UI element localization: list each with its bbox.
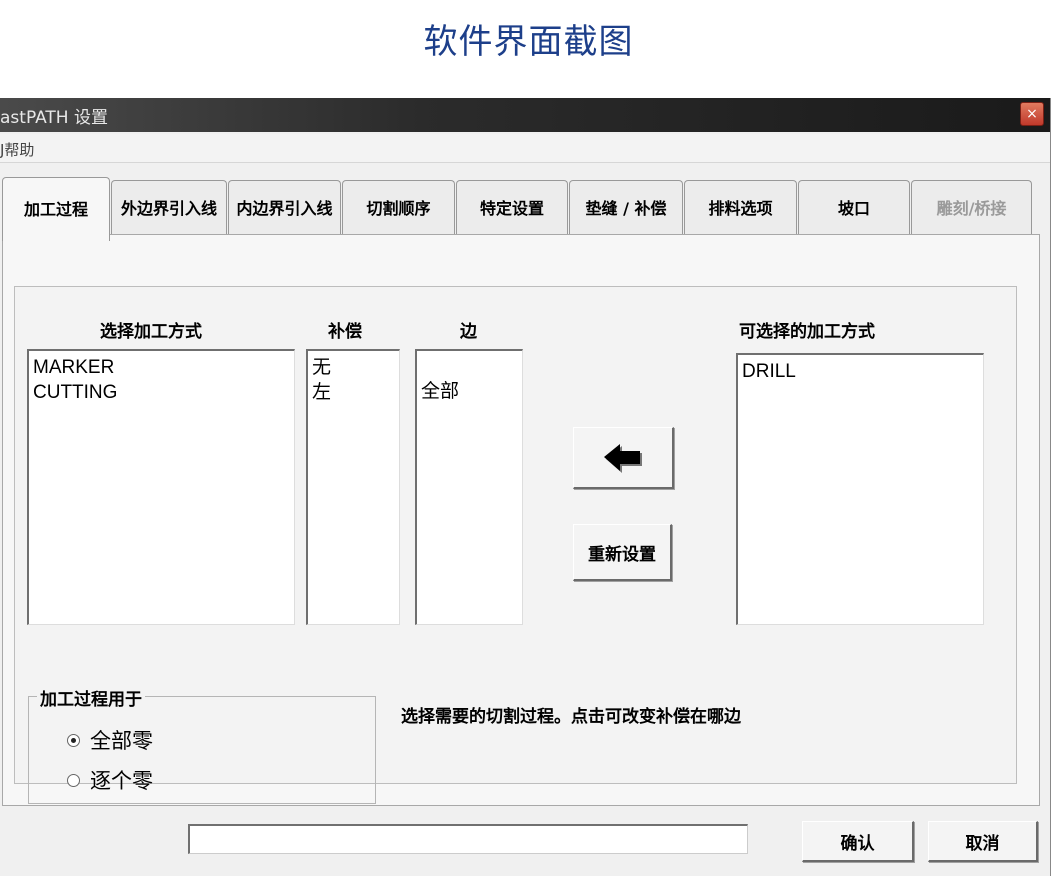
list-item[interactable]: MARKER [33,355,290,380]
page-title: 软件界面截图 [423,22,634,62]
compensation-list[interactable]: 无 左 [306,349,400,625]
tab-bevel[interactable]: 坡口 [798,180,910,236]
cancel-button[interactable]: 取消 [928,821,1038,862]
tab-outer-leadin[interactable]: 外边界引入线 [111,180,227,236]
close-icon: × [1026,106,1038,122]
reset-button[interactable]: 重新设置 [573,524,672,581]
radio-unselected-icon [67,773,80,787]
ok-button[interactable]: 确认 [802,821,914,862]
applies-to-frame: 加工过程用于 全部零 逐个零 [28,685,376,804]
radio-selected-icon [67,733,80,747]
list-item[interactable]: 左 [312,380,395,405]
side-list[interactable]: 全部 [415,349,523,625]
tab-special-settings[interactable]: 特定设置 [456,180,568,236]
window-titlebar[interactable]: astPATH 设置 × [0,98,1050,132]
list-item[interactable]: CUTTING [33,380,290,405]
move-left-button[interactable] [573,427,674,489]
radio-all-parts[interactable]: 全部零 [67,725,153,755]
close-button[interactable]: × [1020,102,1044,126]
hint-text: 选择需要的切割过程。点击可改变补偿在哪边 [401,707,741,727]
left-arrow-icon [604,443,642,473]
radio-each-part[interactable]: 逐个零 [67,765,153,795]
select-method-header: 选择加工方式 [100,322,202,342]
applies-to-label: 加工过程用于 [37,685,145,710]
tab-inner-leadin[interactable]: 内边界引入线 [228,180,341,236]
radio-label: 逐个零 [90,769,153,793]
available-methods-list[interactable]: DRILL [736,353,984,625]
process-group: 选择加工方式 补偿 边 可选择的加工方式 MARKER CUTTING 无 左 … [14,286,1017,804]
tab-nesting-options[interactable]: 排料选项 [684,180,797,236]
tab-kerf-compensation[interactable]: 垫缝 / 补偿 [569,180,683,236]
tab-engrave-bridge[interactable]: 雕刻/桥接 [911,180,1032,236]
tab-panel-process: 选择加工方式 补偿 边 可选择的加工方式 MARKER CUTTING 无 左 … [2,234,1040,806]
list-item[interactable]: 全部 [421,379,518,404]
available-method-header: 可选择的加工方式 [739,322,875,342]
side-header: 边 [460,322,477,342]
selected-methods-list[interactable]: MARKER CUTTING [27,349,295,625]
list-item[interactable]: 无 [312,355,395,380]
tab-process[interactable]: 加工过程 [2,177,110,241]
settings-window: astPATH 设置 × J帮助 加工过程 外边界引入线 内边界引入线 切割顺序… [0,98,1051,876]
compensation-header: 补偿 [328,322,362,342]
window-title: astPATH 设置 [0,108,108,128]
menu-help[interactable]: J帮助 [0,139,34,160]
menu-bar: J帮助 [0,134,1050,163]
tab-cut-order[interactable]: 切割顺序 [342,180,455,236]
status-field [188,824,748,854]
radio-label: 全部零 [90,729,153,753]
list-item[interactable]: DRILL [742,359,979,384]
